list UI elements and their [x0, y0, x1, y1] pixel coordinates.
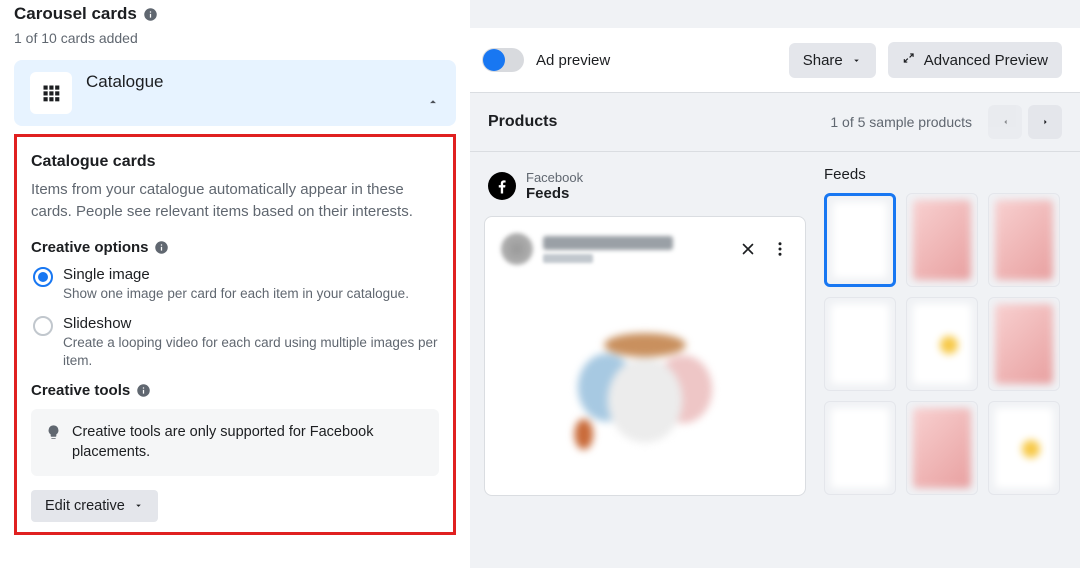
- catalogue-cards-box: Catalogue cards Items from your catalogu…: [14, 134, 456, 535]
- feeds-column: Feeds: [824, 166, 1080, 496]
- expand-icon: [902, 51, 916, 69]
- feed-thumbnail[interactable]: [906, 193, 978, 287]
- feed-thumbnail[interactable]: [906, 297, 978, 391]
- left-panel: Carousel cards 1 of 10 cards added Catal…: [0, 0, 470, 568]
- radio-desc: Create a looping video for each card usi…: [63, 334, 439, 370]
- carousel-cards-heading-text: Carousel cards: [14, 4, 137, 24]
- placement-header: Facebook Feeds: [484, 166, 806, 216]
- facebook-logo-icon: [488, 172, 516, 200]
- info-icon[interactable]: [143, 6, 159, 22]
- placement-brand: Facebook: [526, 170, 583, 185]
- feed-thumbnail[interactable]: [824, 297, 896, 391]
- grid-icon: [30, 72, 72, 114]
- products-body: Facebook Feeds: [470, 152, 1080, 496]
- caret-down-icon: [133, 500, 144, 511]
- info-icon[interactable]: [135, 383, 151, 399]
- feed-thumbnail[interactable]: [988, 297, 1060, 391]
- info-icon[interactable]: [154, 239, 170, 255]
- radio-button-selected[interactable]: [33, 267, 53, 287]
- toggle-knob: [483, 49, 505, 71]
- chevron-left-icon: [1001, 115, 1010, 129]
- share-label: Share: [803, 52, 843, 69]
- next-product-button[interactable]: [1028, 105, 1062, 139]
- placement-name: Feeds: [526, 185, 583, 202]
- products-bar: Products 1 of 5 sample products: [470, 93, 1080, 152]
- advanced-preview-button[interactable]: Advanced Preview: [888, 42, 1062, 78]
- feed-thumbnail[interactable]: [906, 401, 978, 495]
- catalogue-cards-desc: Items from your catalogue automatically …: [31, 179, 439, 223]
- more-icon[interactable]: [771, 240, 789, 258]
- edit-creative-label: Edit creative: [45, 498, 125, 514]
- creative-options-text: Creative options: [31, 239, 149, 256]
- creative-tools-text: Creative tools: [31, 382, 130, 399]
- prev-product-button: [988, 105, 1022, 139]
- share-button[interactable]: Share: [789, 43, 876, 78]
- feed-thumbnail[interactable]: [988, 193, 1060, 287]
- caret-down-icon: [851, 55, 862, 66]
- feed-thumbnail[interactable]: [824, 401, 896, 495]
- chevron-right-icon: [1041, 115, 1050, 129]
- post-preview-card: [484, 216, 806, 496]
- creative-tools-hint: Creative tools are only supported for Fa…: [31, 409, 439, 476]
- feed-thumbnail[interactable]: [988, 401, 1060, 495]
- feed-thumbnail[interactable]: [824, 193, 896, 287]
- feeds-thumbnail-grid: [824, 193, 1070, 495]
- creative-tools-label: Creative tools: [31, 382, 439, 399]
- carousel-cards-heading: Carousel cards: [14, 4, 456, 24]
- products-title: Products: [488, 113, 830, 131]
- chevron-up-icon[interactable]: [426, 95, 440, 114]
- radio-slideshow[interactable]: Slideshow Create a looping video for eac…: [31, 315, 439, 370]
- feeds-title: Feeds: [824, 166, 1070, 183]
- catalogue-tile[interactable]: Catalogue: [14, 60, 456, 126]
- edit-creative-button[interactable]: Edit creative: [31, 490, 158, 522]
- page-name-placeholder: [543, 236, 673, 250]
- product-image-placeholder: [501, 279, 789, 479]
- avatar-placeholder: [501, 233, 533, 265]
- creative-tools-hint-text: Creative tools are only supported for Fa…: [72, 422, 425, 463]
- page-meta-placeholder: [543, 254, 593, 263]
- preview-column: Facebook Feeds: [484, 166, 806, 496]
- close-icon[interactable]: [739, 240, 757, 258]
- right-panel: Ad preview Share Advanced Preview Produc…: [470, 0, 1080, 568]
- advanced-preview-label: Advanced Preview: [924, 52, 1048, 69]
- radio-label: Single image: [63, 266, 409, 283]
- cards-count-text: 1 of 10 cards added: [14, 30, 456, 46]
- preview-bar: Ad preview Share Advanced Preview: [470, 28, 1080, 93]
- post-header: [501, 233, 789, 265]
- radio-button[interactable]: [33, 316, 53, 336]
- creative-options-label: Creative options: [31, 239, 439, 256]
- ad-preview-label: Ad preview: [536, 52, 777, 69]
- lightbulb-icon: [45, 424, 62, 441]
- radio-single-image[interactable]: Single image Show one image per card for…: [31, 266, 439, 303]
- products-count: 1 of 5 sample products: [830, 114, 972, 130]
- catalogue-title: Catalogue: [86, 72, 164, 92]
- radio-desc: Show one image per card for each item in…: [63, 285, 409, 303]
- radio-label: Slideshow: [63, 315, 439, 332]
- ad-preview-toggle[interactable]: [482, 48, 524, 72]
- catalogue-cards-title: Catalogue cards: [31, 153, 439, 171]
